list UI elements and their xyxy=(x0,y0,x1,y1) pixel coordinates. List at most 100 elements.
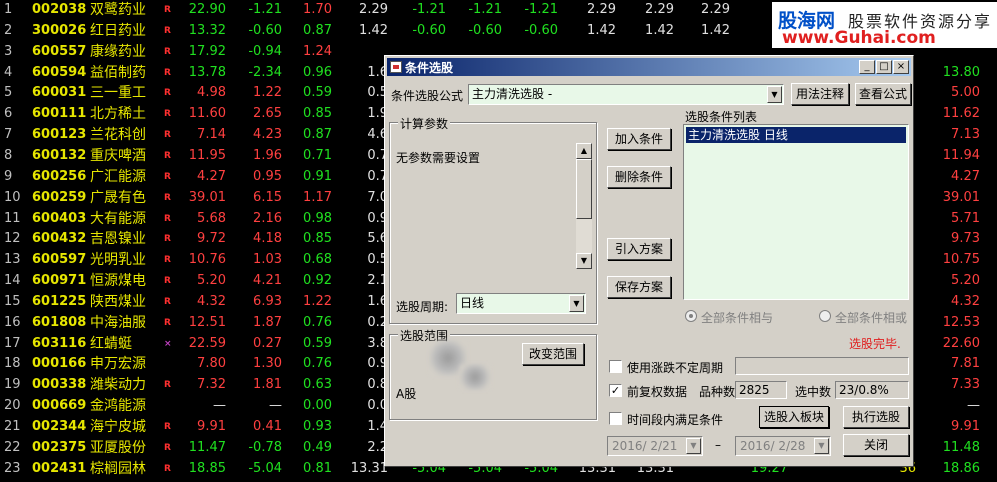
scroll-down-icon[interactable]: ▼ xyxy=(576,253,592,269)
cell-value: 4.32 xyxy=(951,293,980,309)
margin-flag: R xyxy=(164,109,171,120)
row-number: 1 xyxy=(4,2,13,17)
formula-value: 主力清洗选股 - xyxy=(472,87,553,101)
cell-value: 7.0 xyxy=(367,189,388,205)
margin-flag: R xyxy=(164,442,171,453)
cell-value: 1.42 xyxy=(359,22,388,38)
radio-or[interactable] xyxy=(819,310,831,322)
cell-value: -0.60 xyxy=(524,22,558,38)
time-range-checkbox[interactable] xyxy=(609,412,622,425)
cell-value: 0.27 xyxy=(253,335,282,351)
stock-name: 广汇能源 xyxy=(90,168,146,185)
add-condition-button[interactable]: 加入条件 xyxy=(607,128,671,150)
row-number: 16 xyxy=(4,314,21,330)
condition-list-item[interactable]: 主力清洗选股 日线 xyxy=(686,127,906,143)
cell-value: 2.1 xyxy=(367,273,388,289)
cell-value: 0.63 xyxy=(303,377,332,393)
radio-and[interactable] xyxy=(685,310,697,322)
cell-value: 22.60 xyxy=(942,335,980,351)
cell-value: 0.7 xyxy=(367,168,388,184)
cell-value: — xyxy=(269,398,282,414)
stock-code: 600597 xyxy=(32,252,87,268)
radio-and-label: 全部条件相与 xyxy=(701,311,774,325)
uncertain-period-checkbox[interactable] xyxy=(609,360,622,373)
cell-value: 11.60 xyxy=(188,106,226,122)
margin-flag: × xyxy=(164,338,172,349)
count-value: 2825 xyxy=(735,381,787,399)
change-range-button[interactable]: 改变范围 xyxy=(522,343,584,365)
stock-name: 恒源煤电 xyxy=(90,273,146,290)
cell-value: 1.03 xyxy=(253,252,282,268)
cell-value: 11.95 xyxy=(188,147,226,163)
cell-value: 1.87 xyxy=(253,314,282,330)
cell-value: -1.21 xyxy=(468,2,502,17)
adjusted-data-checkbox[interactable]: ✓ xyxy=(609,384,622,397)
hit-label: 选中数 xyxy=(795,385,832,399)
cell-value: 0.59 xyxy=(303,85,332,101)
cell-value: 18.86 xyxy=(942,460,980,476)
cell-value: 5.68 xyxy=(197,210,226,226)
formula-select[interactable]: 主力清洗选股 - ▼ xyxy=(468,84,784,105)
close-icon[interactable]: × xyxy=(893,60,909,74)
stock-code: 300026 xyxy=(32,22,87,38)
row-number: 5 xyxy=(4,85,13,101)
count-label: 品种数 xyxy=(699,385,736,399)
cell-value: 12.53 xyxy=(942,314,980,330)
dialog-titlebar[interactable]: 条件选股 _ □ × xyxy=(387,58,911,76)
stock-code: 000338 xyxy=(32,377,87,393)
row-number: 22 xyxy=(4,439,21,455)
cell-value: 5.00 xyxy=(951,85,980,101)
stock-code: 601808 xyxy=(32,314,87,330)
chevron-down-icon[interactable]: ▼ xyxy=(569,295,584,312)
date-from-picker[interactable]: 2016/ 2/21 ▼ xyxy=(607,436,703,456)
cell-value: 1.22 xyxy=(253,85,282,101)
margin-flag: R xyxy=(164,46,171,57)
date-to-picker[interactable]: 2016/ 2/28 ▼ xyxy=(735,436,831,456)
close-button[interactable]: 关闭 xyxy=(843,434,909,456)
stock-name: 棕榈园林 xyxy=(90,460,146,477)
chevron-down-icon[interactable]: ▼ xyxy=(686,438,701,454)
row-number: 13 xyxy=(4,252,21,268)
view-formula-button[interactable]: 查看公式 xyxy=(855,83,911,105)
chevron-down-icon[interactable]: ▼ xyxy=(814,438,829,454)
delete-condition-button[interactable]: 删除条件 xyxy=(607,166,671,188)
cell-value: 6.93 xyxy=(253,293,282,309)
cell-value: 1.42 xyxy=(645,22,674,38)
cell-value: 1.96 xyxy=(253,147,282,163)
condition-select-dialog: 条件选股 _ □ × 条件选股公式 主力清洗选股 - ▼ 用法注释 查看公式 计… xyxy=(384,55,914,467)
stock-name: 康缘药业 xyxy=(90,43,146,60)
maximize-icon[interactable]: □ xyxy=(876,60,892,74)
blurred-content xyxy=(460,365,490,389)
cell-value: 1.6 xyxy=(367,64,388,80)
stock-code: 000166 xyxy=(32,356,87,372)
margin-flag: R xyxy=(164,422,171,432)
scroll-up-icon[interactable]: ▲ xyxy=(576,143,592,159)
status-text: 选股完毕. xyxy=(849,337,901,351)
params-scrollbar[interactable]: ▲ ▼ xyxy=(576,143,592,269)
scroll-thumb[interactable] xyxy=(576,159,592,219)
cell-value: -1.21 xyxy=(524,2,558,17)
execute-button[interactable]: 执行选股 xyxy=(843,406,909,428)
cell-value: 39.01 xyxy=(188,189,226,205)
save-plan-button[interactable]: 保存方案 xyxy=(607,276,671,298)
cell-value: 2.65 xyxy=(253,106,282,122)
stock-code: 600259 xyxy=(32,189,87,205)
chevron-down-icon[interactable]: ▼ xyxy=(767,86,782,103)
minimize-icon[interactable]: _ xyxy=(859,60,875,74)
to-block-button[interactable]: 选股入板块 xyxy=(759,406,829,428)
stock-code: 600971 xyxy=(32,273,87,289)
stock-name: 北方稀土 xyxy=(90,106,146,123)
stock-name: 大有能源 xyxy=(90,210,146,227)
usage-button[interactable]: 用法注释 xyxy=(791,83,849,105)
cell-value: 0.85 xyxy=(303,231,332,247)
params-text: 无参数需要设置 xyxy=(396,151,481,165)
stock-code: 002431 xyxy=(32,460,87,476)
cell-value: 0.87 xyxy=(303,127,332,143)
stock-name: 双鹭药业 xyxy=(90,2,146,18)
period-select[interactable]: 日线 ▼ xyxy=(456,293,586,314)
margin-flag: R xyxy=(164,317,171,328)
condition-list[interactable]: 主力清洗选股 日线 xyxy=(683,124,909,300)
import-plan-button[interactable]: 引入方案 xyxy=(607,238,671,260)
stock-name: 中海油服 xyxy=(90,314,146,331)
row-number: 14 xyxy=(4,273,21,289)
